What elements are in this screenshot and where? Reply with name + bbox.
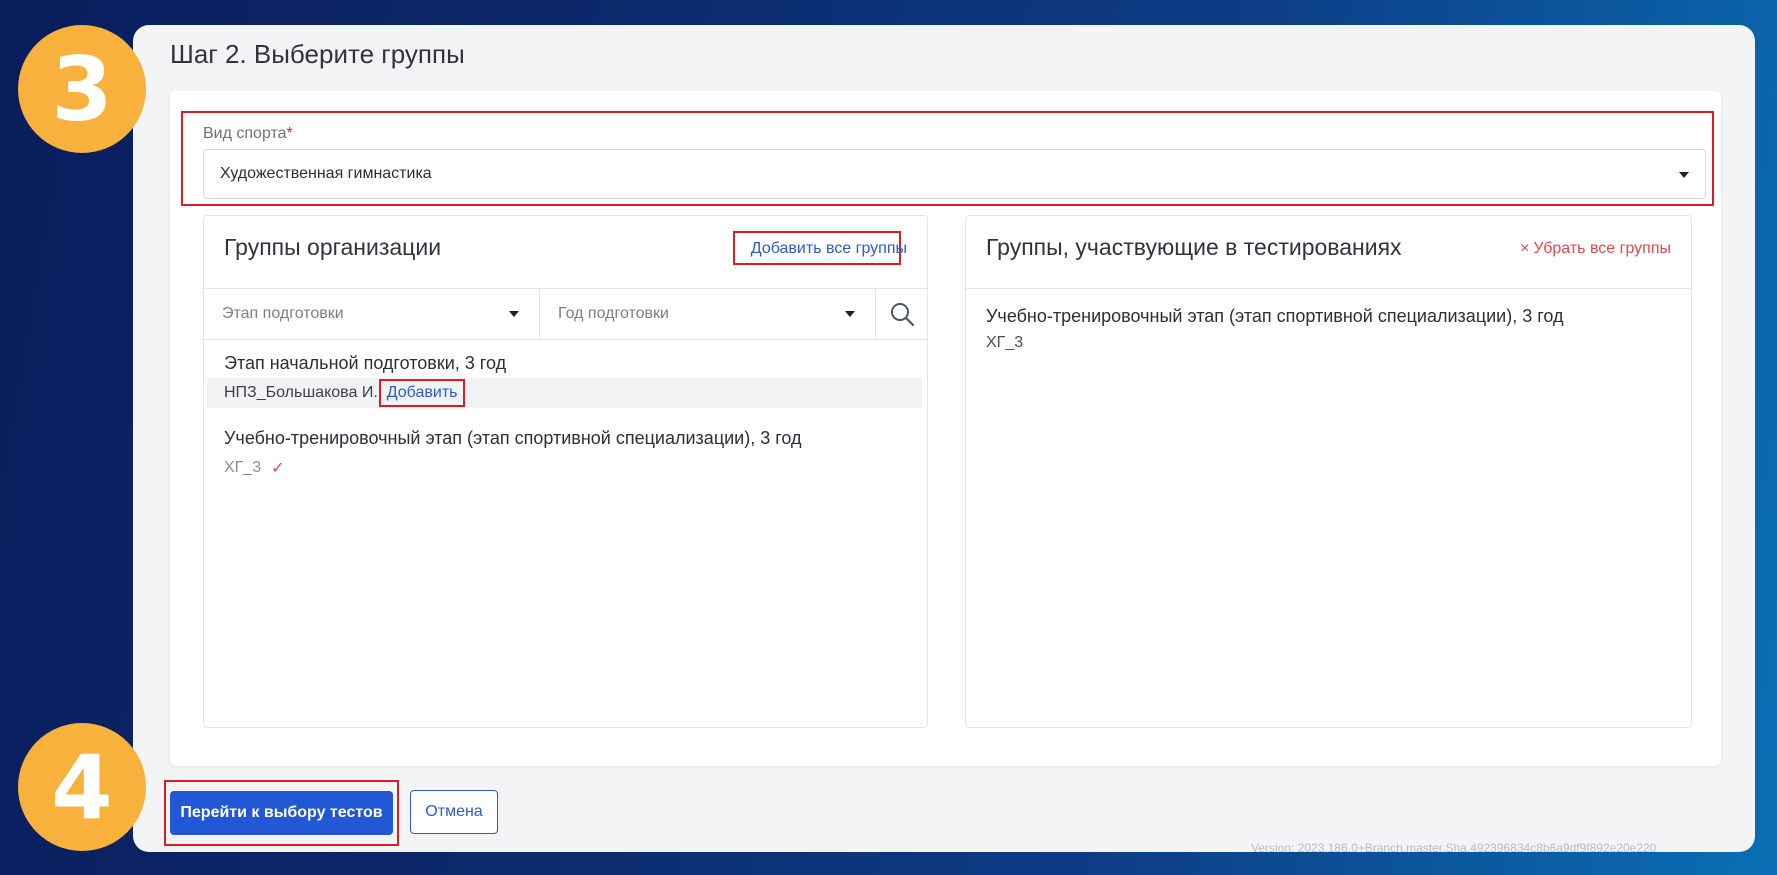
group-code: ХГ_3 [224,459,262,476]
stage-filter-select[interactable]: Этап подготовки [204,289,540,339]
group-row: НПЗ_Большакова И. Добавить [207,378,922,408]
step-3-badge: 3 [18,25,146,153]
filters-bar: Этап подготовки Год подготовки [204,288,927,340]
group-title: Этап начальной подготовки, 3 год [224,353,507,373]
chevron-down-icon [845,311,855,317]
step-4-badge: 4 [18,723,146,851]
add-all-groups-link[interactable]: Добавить все группы [751,240,907,258]
testing-groups-title: Группы, участвующие в тестированиях [986,234,1402,260]
sport-select-value: Художественная гимнастика [220,165,432,182]
org-groups-title: Группы организации [224,234,442,260]
form-card: Вид спорта* Художественная гимнастика Гр… [170,91,1721,766]
page-title: Шаг 2. Выберите группы [170,39,465,69]
go-to-tests-button[interactable]: Перейти к выбору тестов [170,791,393,835]
version-text: Version: 2023.186.0+Branch.master.Sha.49… [1251,841,1657,852]
year-filter-select[interactable]: Год подготовки [540,289,876,339]
remove-all-groups-link[interactable]: × Убрать все группы [1520,240,1671,258]
search-icon [890,303,914,327]
group-title: Учебно-тренировочный этап (этап спортивн… [224,428,802,448]
close-icon: × [1520,240,1530,257]
testing-groups-panel: Группы, участвующие в тестированиях × Убр… [965,215,1692,728]
add-link-highlight-box [378,379,466,407]
divider [966,288,1691,289]
cancel-button[interactable]: Отмена [410,790,498,834]
testing-group-code: ХГ_3 [986,334,1024,351]
chevron-down-icon [1679,172,1689,178]
testing-group-title: Учебно-тренировочный этап (этап спортивн… [986,306,1564,326]
stage-filter-placeholder: Этап подготовки [222,305,344,322]
add-group-link[interactable]: Добавить [378,379,466,407]
chevron-down-icon [509,311,519,317]
sport-label: Вид спорта* [203,125,293,142]
required-mark: * [286,125,293,142]
year-filter-placeholder: Год подготовки [558,305,669,322]
main-panel: Шаг 2. Выберите группы Вид спорта* Худож… [133,25,1755,852]
search-button[interactable] [876,289,927,339]
check-icon: ✓ [271,460,285,477]
org-groups-panel: Группы организации Добавить все группы Э… [203,215,928,728]
group-row: ХГ_3 ✓ [207,453,922,483]
sport-select[interactable]: Художественная гимнастика [203,149,1706,199]
group-code: НПЗ_Большакова И. [224,384,378,401]
